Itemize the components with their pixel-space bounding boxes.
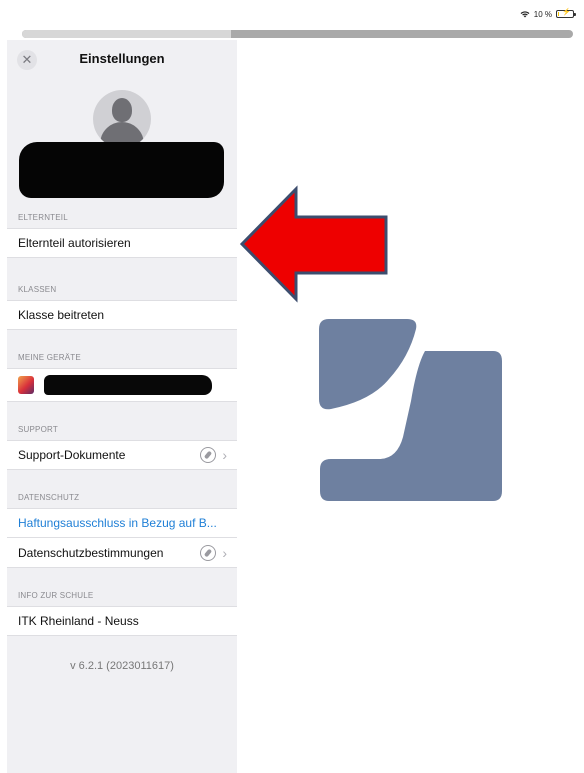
- row-label: Klasse beitreten: [18, 308, 105, 322]
- chevron-right-icon: ›: [222, 544, 227, 561]
- redacted-name: [19, 142, 224, 198]
- avatar: [93, 90, 151, 148]
- compass-icon: [200, 447, 217, 463]
- page-title: Einstellungen: [79, 51, 165, 66]
- charging-bolt-icon: ⚡: [562, 9, 571, 16]
- section-header-datenschutz: DATENSCHUTZ: [18, 493, 80, 502]
- support-documents-row[interactable]: Support-Dokumente ›: [7, 440, 237, 470]
- profile-section: [7, 78, 237, 206]
- school-info-row[interactable]: ITK Rheinland - Neuss: [7, 606, 237, 636]
- panel-header: ✕ Einstellungen: [7, 40, 237, 78]
- device-app-icon: [18, 376, 34, 394]
- settings-panel: ✕ Einstellungen ELTERNTEIL Elternteil au…: [7, 40, 237, 773]
- row-label: Elternteil autorisieren: [18, 236, 131, 250]
- authorize-parent-row[interactable]: Elternteil autorisieren: [7, 228, 237, 258]
- logo-top-left-shape: [319, 319, 417, 410]
- redacted-device-name: [44, 375, 212, 395]
- battery-percent: 10 %: [533, 9, 552, 19]
- row-label: ITK Rheinland - Neuss: [18, 614, 139, 628]
- compass-icon: [200, 544, 217, 561]
- progress-fill: [22, 30, 232, 38]
- wifi-icon: [520, 11, 530, 18]
- arrow-shape: [239, 185, 388, 303]
- red-arrow-annotation: [239, 185, 388, 303]
- section-header-support: SUPPORT: [18, 425, 58, 434]
- section-header-klassen: KLASSEN: [18, 285, 57, 294]
- disclaimer-link[interactable]: Haftungsausschluss in Bezug auf B...: [18, 516, 227, 530]
- disclaimer-link-row[interactable]: Haftungsausschluss in Bezug auf B...: [7, 508, 237, 538]
- progress-track: [22, 30, 573, 38]
- row-label: Support-Dokumente: [18, 448, 126, 462]
- battery-icon: ⚡: [556, 9, 576, 18]
- row-label: Datenschutzbestimmungen: [18, 545, 164, 560]
- status-bar: 10 % ⚡: [520, 7, 576, 21]
- battery-level: [558, 12, 560, 16]
- avatar-head-shape: [112, 98, 132, 122]
- section-header-elternteil: ELTERNTEIL: [18, 213, 68, 222]
- app-logo: [319, 319, 502, 501]
- join-class-row[interactable]: Klasse beitreten: [7, 300, 237, 330]
- section-header-meine-geraete: MEINE GERÄTE: [18, 353, 81, 362]
- section-header-info-schule: INFO ZUR SCHULE: [18, 591, 94, 600]
- privacy-policy-row[interactable]: Datenschutzbestimmungen ›: [7, 538, 237, 568]
- chevron-right-icon: ›: [222, 447, 227, 463]
- app-version: v 6.2.1 (2023011617): [70, 660, 174, 672]
- device-row[interactable]: [7, 368, 237, 402]
